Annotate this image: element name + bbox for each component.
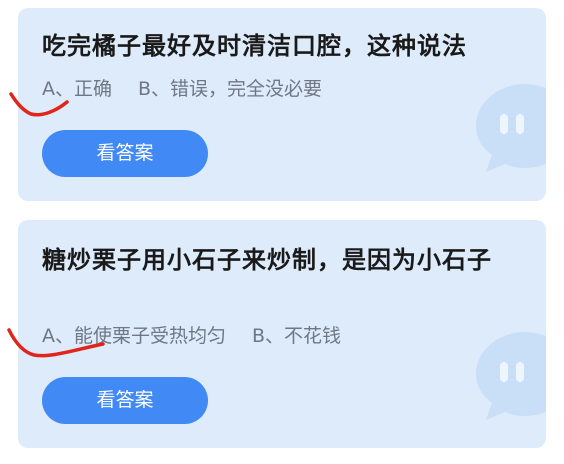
- question-title: 吃完橘子最好及时清洁口腔，这种说法: [42, 32, 467, 60]
- question-title: 糖炒栗子用小石子来炒制，是因为小石子: [42, 246, 492, 274]
- option-b: B、错误，完全没必要: [138, 78, 323, 100]
- view-answer-button[interactable]: 看答案: [42, 377, 208, 424]
- option-b: B、不花钱: [252, 325, 342, 347]
- chat-bubble-icon: [476, 332, 546, 420]
- quiz-page: 吃完橘子最好及时清洁口腔，这种说法 A、正确 B、错误，完全没必要 看答案 糖炒栗…: [0, 0, 564, 464]
- answer-options: A、正确 B、错误，完全没必要: [42, 76, 322, 102]
- question-card-1: 吃完橘子最好及时清洁口腔，这种说法 A、正确 B、错误，完全没必要 看答案: [18, 8, 546, 201]
- option-a: A、能使栗子受热均匀: [42, 325, 226, 347]
- option-a: A、正确: [42, 78, 112, 100]
- question-card-2: 糖炒栗子用小石子来炒制，是因为小石子 A、能使栗子受热均匀 B、不花钱 看答案: [18, 220, 546, 448]
- answer-options: A、能使栗子受热均匀 B、不花钱: [42, 323, 341, 349]
- view-answer-button[interactable]: 看答案: [42, 130, 208, 177]
- chat-bubble-icon: [476, 84, 546, 172]
